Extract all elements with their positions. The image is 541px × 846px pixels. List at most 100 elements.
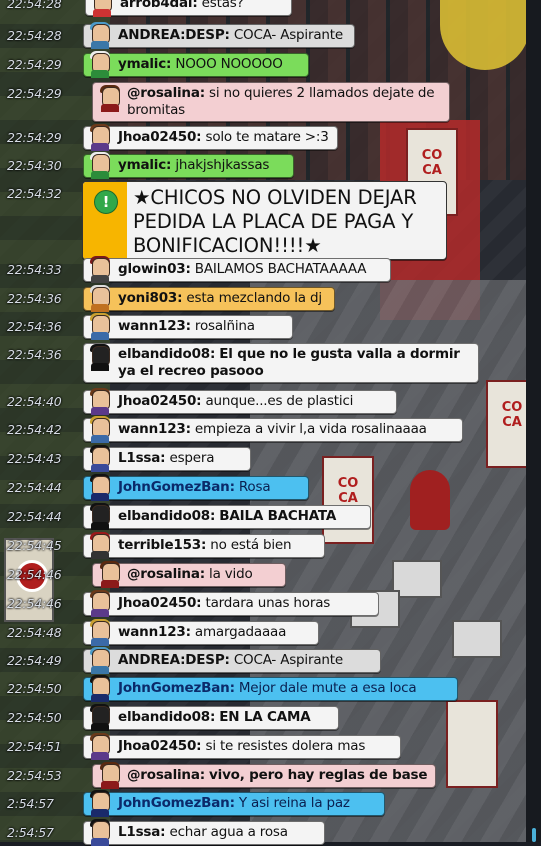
avatar[interactable]: [84, 503, 114, 530]
chat-bubble[interactable]: Jhoa02450: aunque...es de plastici: [83, 390, 397, 414]
chat-bubble[interactable]: ymalic: jhakjshjkassas: [83, 154, 294, 178]
username[interactable]: ymalic:: [118, 157, 171, 173]
username[interactable]: elbandido08:: [118, 709, 215, 725]
chat-bubble[interactable]: terrible153: no está bien: [83, 534, 325, 558]
chat-message: 22:54:28 ANDREA:DESP: COCA- Aspirante: [0, 22, 526, 49]
timestamp: 22:54:28: [7, 0, 62, 11]
notification-bubble[interactable]: ! ★CHICOS NO OLVIDEN DEJAR PEDIDA LA PLA…: [82, 181, 447, 260]
avatar[interactable]: [94, 561, 124, 588]
username[interactable]: Jhoa02450:: [118, 738, 202, 754]
avatar[interactable]: [84, 619, 114, 646]
username[interactable]: Jhoa02450:: [118, 129, 202, 145]
chat-bubble[interactable]: wann123: amargadaaaa: [83, 621, 319, 645]
username[interactable]: JohnGomezBan:: [118, 680, 235, 696]
chat-message: 22:54:30 ymalic: jhakjshjkassas: [0, 152, 526, 179]
timestamp: 22:54:43: [7, 451, 62, 466]
chat-bubble[interactable]: @rosalina: si no quieres 2 llamados deja…: [92, 82, 450, 122]
avatar[interactable]: [84, 22, 114, 49]
username[interactable]: wann123:: [118, 421, 191, 437]
username[interactable]: ANDREA:DESP:: [118, 652, 230, 668]
chat-bubble[interactable]: wann123: rosalñina: [83, 315, 293, 339]
message-text: echar agua a rosa: [169, 824, 288, 840]
username[interactable]: glowin03:: [118, 261, 191, 277]
avatar[interactable]: [84, 256, 114, 283]
timestamp: 22:54:46: [7, 596, 62, 611]
avatar[interactable]: [84, 313, 114, 340]
chat-bubble[interactable]: glowin03: BAILAMOS BACHATAAAAA: [83, 258, 391, 282]
chat-bubble[interactable]: wann123: empieza a vivir l,a vida rosali…: [83, 418, 463, 442]
avatar[interactable]: [84, 285, 114, 312]
username[interactable]: yoni803:: [118, 290, 182, 306]
chat-bubble[interactable]: JohnGomezBan: Y asi reina la paz: [83, 792, 385, 816]
message-text: BAILAMOS BACHATAAAAA: [194, 261, 367, 277]
avatar[interactable]: [94, 85, 124, 112]
timestamp: 22:54:36: [7, 319, 62, 334]
username[interactable]: wann123:: [118, 318, 191, 334]
timestamp: 22:54:36: [7, 291, 62, 306]
chat-bubble[interactable]: ANDREA:DESP: COCA- Aspirante: [83, 649, 381, 673]
chat-bubble[interactable]: elbandido08: El que no le gusta valla a …: [83, 343, 479, 383]
timestamp: 22:54:32: [7, 186, 62, 201]
timestamp: 22:54:40: [7, 394, 62, 409]
chat-bubble[interactable]: elbandido08: BAILA BACHATA: [83, 505, 371, 529]
message-text: Mejor dale mute a esa loca: [238, 680, 417, 696]
chat-message: 22:54:48 wann123: amargadaaaa: [0, 619, 526, 646]
avatar[interactable]: [84, 790, 114, 817]
chat-bubble[interactable]: @rosalina: vivo, pero hay reglas de base: [92, 764, 436, 788]
avatar[interactable]: [84, 152, 114, 179]
username[interactable]: elbandido08:: [118, 346, 215, 362]
chat-bubble[interactable]: arrob4dal: estas?: [85, 0, 292, 16]
username[interactable]: L1ssa:: [118, 450, 166, 466]
avatar[interactable]: [94, 762, 124, 789]
username[interactable]: @rosalina:: [127, 767, 205, 783]
avatar[interactable]: [84, 388, 114, 415]
username[interactable]: elbandido08:: [118, 508, 215, 524]
avatar[interactable]: [84, 704, 114, 731]
avatar[interactable]: [84, 416, 114, 443]
chat-bubble[interactable]: JohnGomezBan: Mejor dale mute a esa loca: [83, 677, 458, 701]
message-text: aunque...es de plastici: [205, 393, 354, 409]
avatar[interactable]: [84, 675, 114, 702]
timestamp: 22:54:53: [7, 768, 62, 783]
avatar[interactable]: [84, 124, 114, 151]
username[interactable]: @rosalina:: [127, 85, 205, 101]
chat-message: 22:54:33 glowin03: BAILAMOS BACHATAAAAA: [0, 256, 526, 283]
avatar[interactable]: [84, 733, 114, 760]
avatar[interactable]: [84, 647, 114, 674]
chat-bubble[interactable]: Jhoa02450: solo te matare >:3: [83, 126, 338, 150]
username[interactable]: wann123:: [118, 624, 191, 640]
chat-bubble[interactable]: yoni803: esta mezclando la dj: [83, 287, 335, 311]
username[interactable]: JohnGomezBan:: [118, 795, 235, 811]
username[interactable]: L1ssa:: [118, 824, 166, 840]
username[interactable]: arrob4dal:: [120, 0, 198, 11]
avatar[interactable]: [84, 474, 114, 501]
chat-bubble[interactable]: ymalic: NOOO NOOOOO: [83, 53, 309, 77]
avatar[interactable]: [84, 51, 114, 78]
username[interactable]: Jhoa02450:: [118, 595, 202, 611]
timestamp: 22:54:44: [7, 480, 62, 495]
username[interactable]: Jhoa02450:: [118, 393, 202, 409]
chat-bubble[interactable]: Jhoa02450: tardara unas horas: [83, 592, 379, 616]
chat-log: 22:54:28 arrob4dal: estas? 22:54:28 ANDR…: [0, 0, 541, 846]
chat-bubble[interactable]: elbandido08: EN LA CAMA: [83, 706, 339, 730]
avatar[interactable]: [84, 344, 114, 371]
username[interactable]: terrible153:: [118, 537, 206, 553]
avatar[interactable]: [84, 532, 114, 559]
username[interactable]: ymalic:: [118, 56, 171, 72]
message-text: Y asi reina la paz: [238, 795, 350, 811]
avatar[interactable]: [84, 819, 114, 846]
message-text: tardara unas horas: [205, 595, 331, 611]
chat-bubble[interactable]: ANDREA:DESP: COCA- Aspirante: [83, 24, 355, 48]
chat-bubble[interactable]: Jhoa02450: si te resistes dolera mas: [83, 735, 401, 759]
chat-bubble[interactable]: JohnGomezBan: Rosa: [83, 476, 309, 500]
username[interactable]: JohnGomezBan:: [118, 479, 235, 495]
avatar[interactable]: [84, 445, 114, 472]
avatar[interactable]: [86, 0, 116, 17]
chat-message: 22:54:49 ANDREA:DESP: COCA- Aspirante: [0, 647, 526, 674]
username[interactable]: ANDREA:DESP:: [118, 27, 230, 43]
chat-bubble[interactable]: L1ssa: echar agua a rosa: [83, 821, 325, 845]
avatar[interactable]: [84, 590, 114, 617]
chat-message: 22:54:46 Jhoa02450: tardara unas horas: [0, 590, 526, 617]
timestamp: 22:54:50: [7, 681, 62, 696]
username[interactable]: @rosalina:: [127, 566, 205, 582]
